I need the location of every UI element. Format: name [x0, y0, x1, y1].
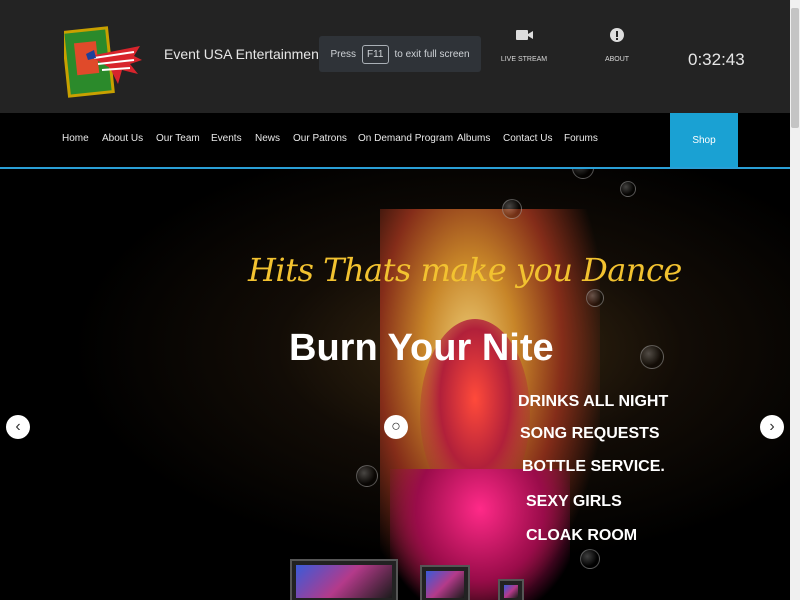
nav-item-news[interactable]: News — [255, 133, 280, 144]
shop-button[interactable]: Shop — [670, 113, 738, 167]
bubble — [620, 181, 636, 197]
main-nav: Home About Us Our Team Events News Our P… — [0, 113, 790, 169]
scrollbar-thumb[interactable] — [791, 8, 799, 128]
feature-item: BOTTLE SERVICE. — [522, 458, 665, 475]
bubble — [640, 345, 664, 369]
nav-item-our-team[interactable]: Our Team — [156, 133, 200, 144]
live-stream-button[interactable]: LIVE STREAM — [494, 26, 554, 71]
nav-item-albums[interactable]: Albums — [457, 133, 490, 144]
hero-slider: Hits Thats make you Dance Burn Your Nite… — [0, 169, 790, 600]
device-laptop-image — [290, 559, 398, 600]
clock: 0:32:43 — [688, 50, 745, 69]
page-scrollbar[interactable] — [790, 0, 800, 600]
bubble — [502, 199, 522, 219]
nav-item-forums[interactable]: Forums — [564, 133, 598, 144]
fullscreen-prefix: Press — [330, 48, 356, 60]
bubble — [586, 289, 604, 307]
slider-next-button[interactable]: › — [760, 415, 784, 439]
feature-item: SEXY GIRLS — [526, 493, 622, 510]
bubble — [580, 549, 600, 569]
slider-play-button[interactable]: ○ — [384, 415, 408, 439]
nav-item-our-patrons[interactable]: Our Patrons — [293, 133, 347, 144]
nav-item-events[interactable]: Events — [211, 133, 242, 144]
info-icon — [587, 26, 647, 48]
nav-item-contact-us[interactable]: Contact Us — [503, 133, 552, 144]
site-logo[interactable] — [61, 26, 142, 98]
bubble — [572, 169, 594, 179]
hero-tagline: Hits Thats make you Dance — [248, 251, 682, 289]
slider-prev-button[interactable]: ‹ — [6, 415, 30, 439]
feature-item: DRINKS ALL NIGHT — [518, 393, 669, 410]
chevron-left-icon: ‹ — [15, 418, 21, 435]
nav-item-home[interactable]: Home — [62, 133, 89, 144]
device-phone-image — [498, 579, 524, 600]
site-header: Event USA Entertainment Press F11 to exi… — [0, 0, 790, 113]
live-stream-label: LIVE STREAM — [500, 56, 548, 63]
f11-key: F11 — [362, 44, 389, 64]
about-label: ABOUT — [604, 56, 630, 63]
circle-icon: ○ — [391, 418, 401, 435]
feature-item: SONG REQUESTS — [520, 425, 660, 442]
fullscreen-notice: Press F11 to exit full screen — [319, 36, 481, 72]
chevron-right-icon: › — [769, 418, 775, 435]
nav-item-on-demand-program[interactable]: On Demand Program — [358, 133, 453, 144]
hero-title: Burn Your Nite — [289, 327, 554, 369]
nav-item-about-us[interactable]: About Us — [102, 133, 143, 144]
fullscreen-suffix: to exit full screen — [394, 48, 470, 60]
feature-item: CLOAK ROOM — [526, 527, 638, 544]
brand-name[interactable]: Event USA Entertainment — [164, 46, 323, 62]
video-camera-icon — [494, 26, 554, 48]
bubble — [356, 465, 378, 487]
about-button[interactable]: ABOUT — [587, 26, 647, 71]
device-tablet-image — [420, 565, 470, 600]
